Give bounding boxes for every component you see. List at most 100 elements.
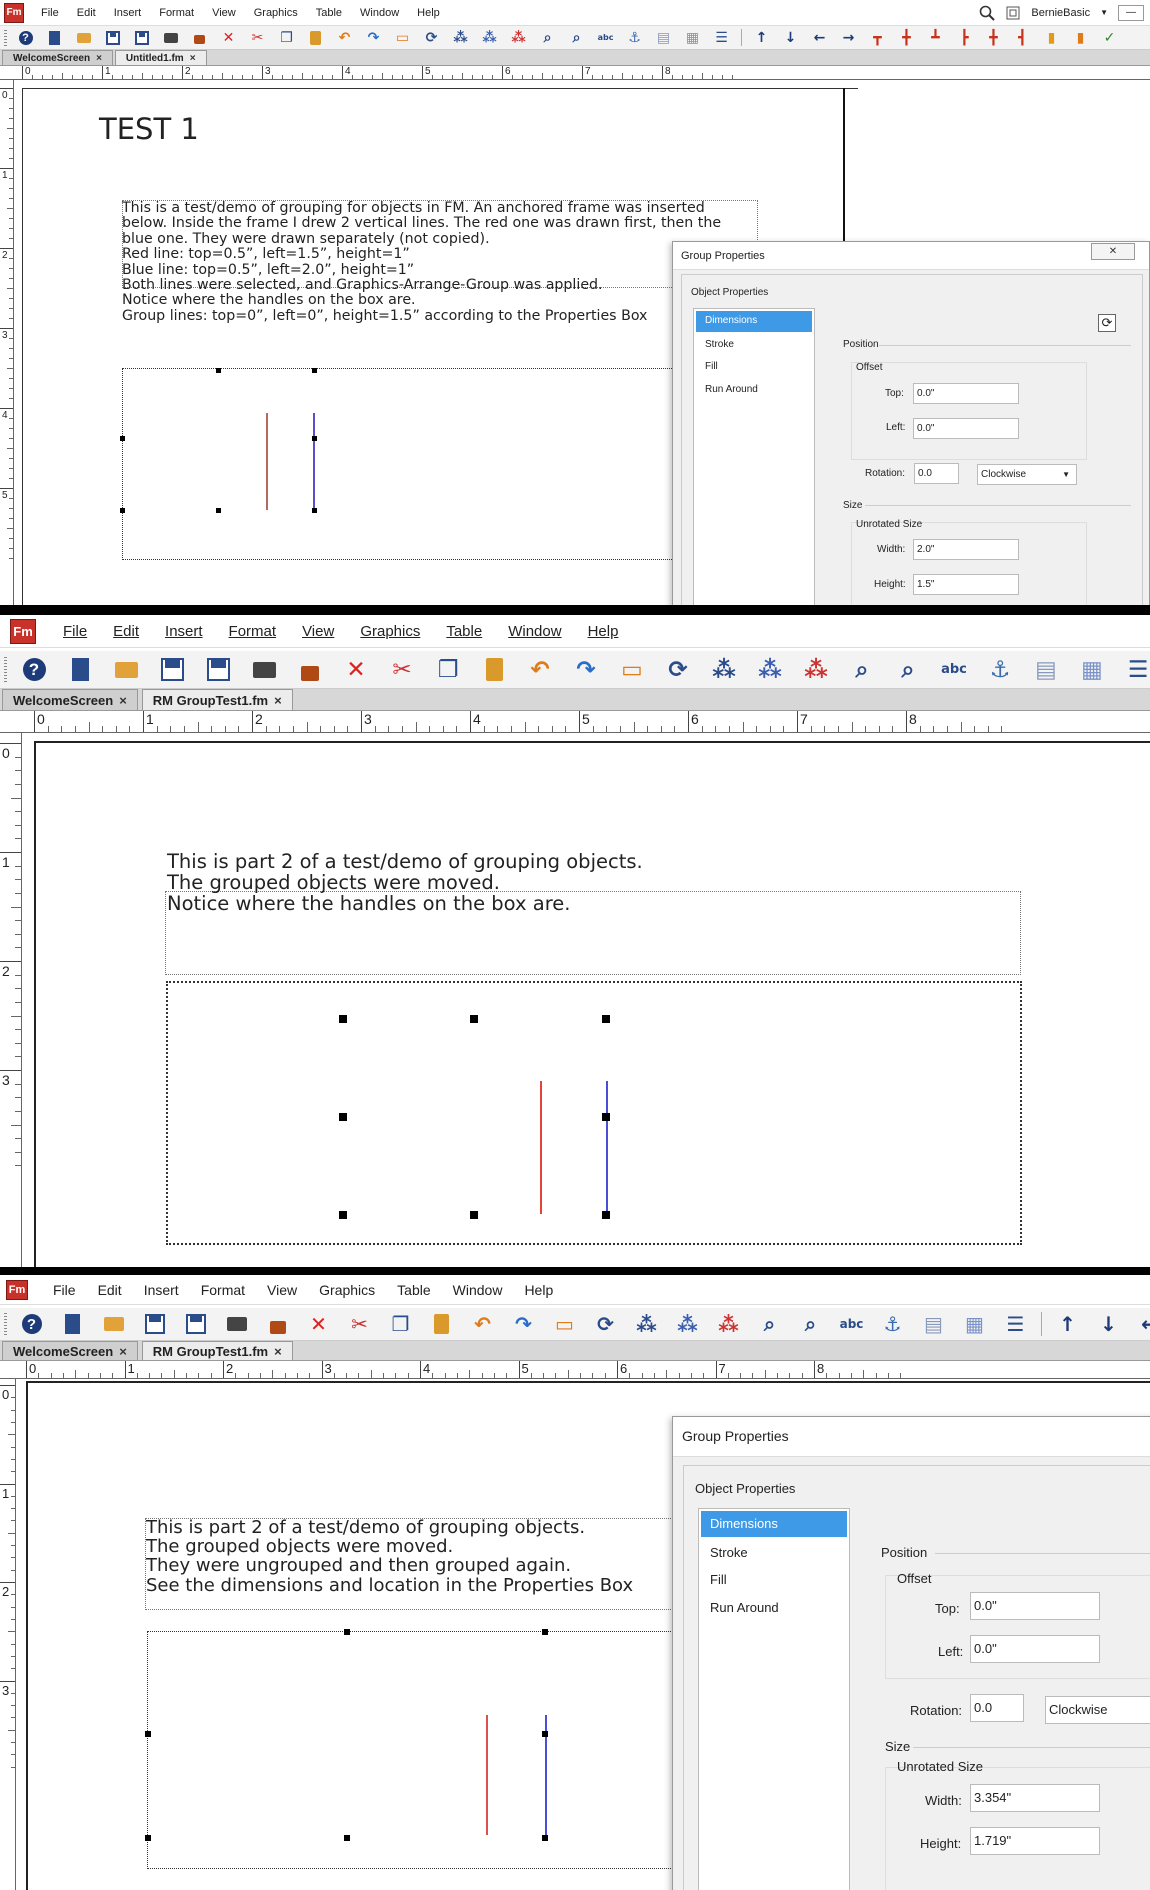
menu-help[interactable]: Help (513, 1282, 564, 1298)
menu-insert[interactable]: Insert (105, 7, 151, 19)
blue-line[interactable] (313, 413, 315, 510)
help-icon[interactable]: ? (11, 28, 40, 48)
cut-icon[interactable]: ✂ (243, 28, 272, 48)
tab-welcomescreen[interactable]: WelcomeScreen × (2, 1341, 138, 1360)
copy-icon[interactable]: ❐ (380, 1310, 421, 1338)
anchored-frame[interactable] (166, 981, 1022, 1245)
category-dimensions[interactable]: Dimensions (696, 311, 812, 332)
menu-table[interactable]: Table (307, 7, 351, 19)
zoom-out-icon[interactable]: ⌕ (562, 28, 591, 48)
print-icon[interactable] (156, 28, 185, 48)
insert-table-icon[interactable]: ▦ (1069, 654, 1115, 686)
lock-icon[interactable] (185, 28, 214, 48)
group-icon[interactable]: ⁂ (626, 1310, 667, 1338)
selection-handle[interactable] (470, 1015, 478, 1023)
ungroup-icon[interactable]: ⁂ (475, 28, 504, 48)
tab-welcomescreen[interactable]: WelcomeScreen × (2, 689, 138, 710)
blue-line[interactable] (606, 1081, 608, 1214)
selection-handle[interactable] (339, 1015, 347, 1023)
rotation-direction-select[interactable]: Clockwise (1045, 1696, 1150, 1724)
search-icon[interactable] (979, 5, 996, 21)
zoom-in-icon[interactable]: ⌕ (839, 654, 885, 686)
insert-table-icon[interactable]: ▦ (954, 1310, 995, 1338)
height-field[interactable]: 1.5" (913, 574, 1019, 595)
help-icon[interactable]: ? (11, 1310, 52, 1338)
lock-icon[interactable] (287, 654, 333, 686)
selection-handle[interactable] (602, 1113, 610, 1121)
menu-insert[interactable]: Insert (152, 623, 216, 640)
object-icon[interactable]: ⁂ (504, 28, 533, 48)
selection-handle[interactable] (344, 1835, 350, 1841)
left-arrow-icon[interactable]: ← (805, 28, 834, 48)
category-fill[interactable]: Fill (696, 356, 812, 379)
menu-help[interactable]: Help (408, 7, 449, 19)
zoom-out-icon[interactable]: ⌕ (885, 654, 931, 686)
selection-handle[interactable] (344, 1629, 350, 1635)
align-bottom-icon[interactable]: ┻ (921, 28, 950, 48)
menu-file[interactable]: File (50, 623, 100, 640)
refresh-icon[interactable]: ⟳ (1098, 314, 1116, 332)
align-left-icon[interactable]: ┣ (950, 28, 979, 48)
menu-edit[interactable]: Edit (68, 7, 105, 19)
left-arrow-icon[interactable]: ← (1129, 1310, 1150, 1338)
close-icon[interactable]: × (190, 53, 196, 64)
save-icon[interactable] (98, 28, 127, 48)
tab-rm-grouptest1-fm[interactable]: RM GroupTest1.fm × (141, 689, 293, 710)
selection-handle[interactable] (312, 368, 317, 373)
menu-insert[interactable]: Insert (133, 1282, 190, 1298)
back-icon[interactable]: ▮ (1066, 28, 1095, 48)
menu-window[interactable]: Window (442, 1282, 514, 1298)
selection-handle[interactable] (602, 1015, 610, 1023)
menu-graphics[interactable]: Graphics (245, 7, 307, 19)
category-run-around[interactable]: Run Around (701, 1594, 847, 1622)
top-field[interactable]: 0.0" (913, 383, 1019, 404)
selection-handle[interactable] (120, 436, 125, 441)
menu-view[interactable]: View (289, 623, 347, 640)
menu-file[interactable]: File (32, 7, 68, 19)
properties-icon[interactable]: ☰ (1115, 654, 1150, 686)
undo-icon[interactable]: ↶ (330, 28, 359, 48)
properties-icon[interactable]: ☰ (995, 1310, 1036, 1338)
anchored-frame[interactable] (147, 1631, 707, 1869)
open-icon[interactable] (69, 28, 98, 48)
category-run-around[interactable]: Run Around (696, 379, 812, 402)
right-arrow-icon[interactable]: → (834, 28, 863, 48)
menu-format[interactable]: Format (216, 623, 290, 640)
spelling-icon[interactable]: abc (591, 28, 620, 48)
align-center-icon[interactable]: ╋ (979, 28, 1008, 48)
left-field[interactable]: 0.0" (913, 418, 1019, 439)
insert-frame-icon[interactable]: ▤ (913, 1310, 954, 1338)
print-icon[interactable] (216, 1310, 257, 1338)
delete-icon[interactable]: ✕ (214, 28, 243, 48)
anchor-icon[interactable]: ⚓ (977, 654, 1023, 686)
anchor-icon[interactable]: ⚓ (620, 28, 649, 48)
close-icon[interactable]: × (274, 693, 282, 708)
menu-window[interactable]: Window (495, 623, 574, 640)
paste-icon[interactable] (301, 28, 330, 48)
insert-frame-icon[interactable]: ▤ (1023, 654, 1069, 686)
menu-graphics[interactable]: Graphics (308, 1282, 386, 1298)
close-icon[interactable]: × (96, 53, 102, 64)
group-icon[interactable]: ⁂ (446, 28, 475, 48)
spelling-icon[interactable]: abc (831, 1310, 872, 1338)
copy-icon[interactable]: ❐ (425, 654, 471, 686)
menu-window[interactable]: Window (351, 7, 408, 19)
selection-handle[interactable] (542, 1835, 548, 1841)
rotation-field[interactable]: 0.0 (970, 1694, 1024, 1722)
paste-icon[interactable] (421, 1310, 462, 1338)
selection-handle[interactable] (542, 1731, 548, 1737)
save-all-icon[interactable] (175, 1310, 216, 1338)
copy-icon[interactable]: ❐ (272, 28, 301, 48)
rotation-field[interactable]: 0.0 (914, 463, 959, 484)
new-doc-icon[interactable] (52, 1310, 93, 1338)
ungroup-icon[interactable]: ⁂ (667, 1310, 708, 1338)
menu-help[interactable]: Help (575, 623, 632, 640)
new-doc-icon[interactable] (57, 654, 103, 686)
front-icon[interactable]: ▮ (1037, 28, 1066, 48)
undo-icon[interactable]: ↶ (462, 1310, 503, 1338)
red-line[interactable] (266, 413, 268, 510)
paste-icon[interactable] (471, 654, 517, 686)
save-all-icon[interactable] (195, 654, 241, 686)
insert-frame-icon[interactable]: ▤ (649, 28, 678, 48)
height-field[interactable]: 1.719" (970, 1827, 1100, 1855)
